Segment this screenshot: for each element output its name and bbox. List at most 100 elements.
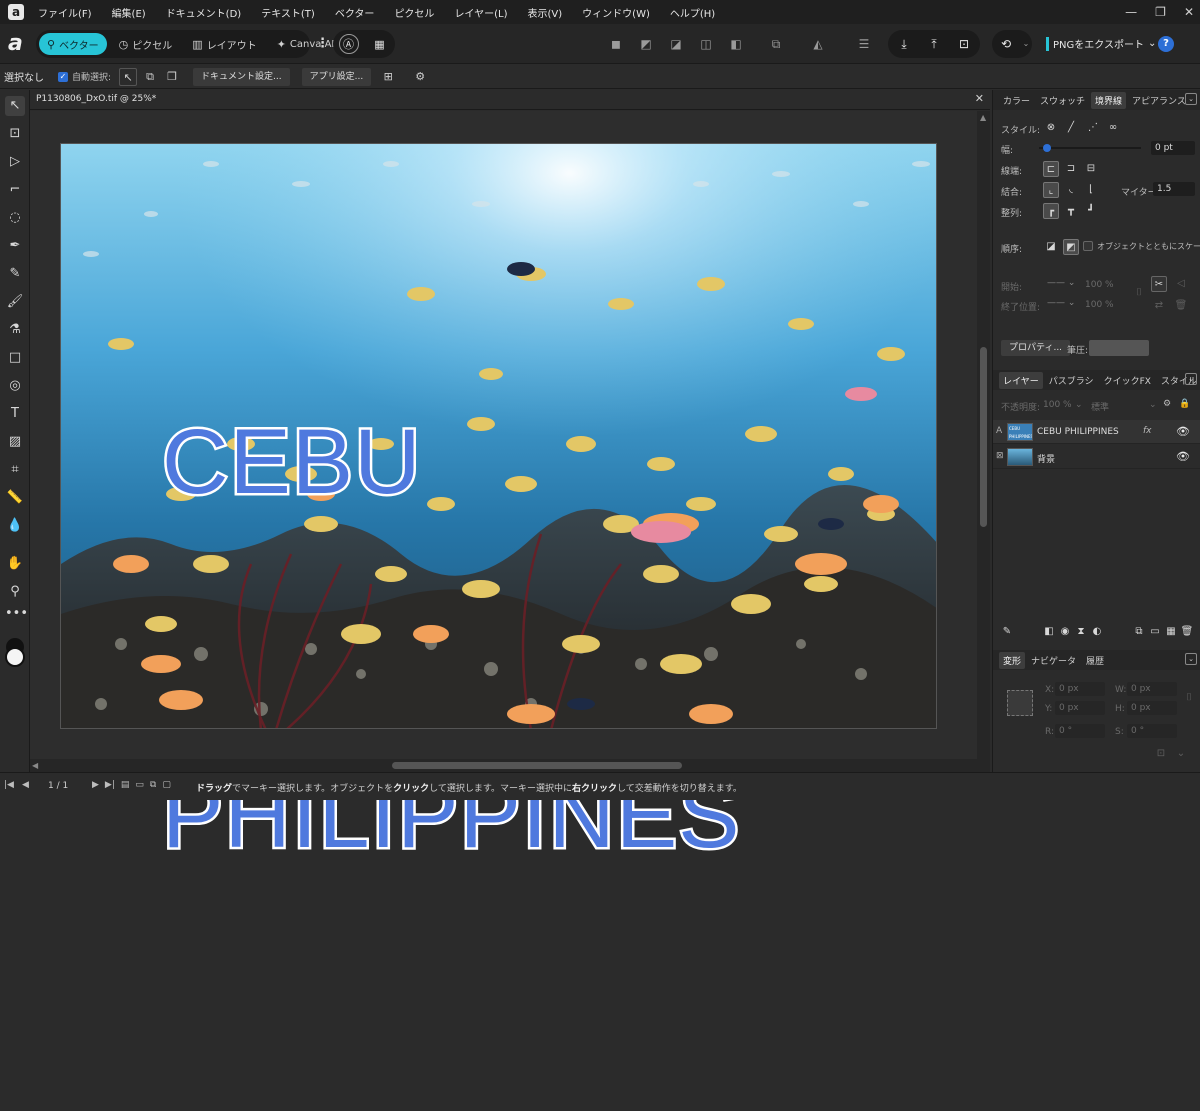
panel-menu-icon[interactable]: ⌄ <box>1185 93 1197 105</box>
duplicate-page-icon[interactable]: ⧉ <box>150 780 156 790</box>
mask-icon[interactable]: ◉ <box>1057 624 1073 640</box>
fill-color-well[interactable] <box>5 647 25 667</box>
brush-stroke-icon[interactable]: ∞ <box>1105 120 1121 136</box>
end-arrow-scale[interactable]: 100 % <box>1085 300 1114 310</box>
fill-tool-icon[interactable]: ⚗ <box>5 320 25 340</box>
end-arrow-select[interactable]: —— ⌄ <box>1047 298 1075 308</box>
document-settings-button[interactable]: ドキュメント設定... <box>193 67 290 86</box>
chevron-down-icon[interactable]: ⌄ <box>1075 400 1083 410</box>
boolean-subtract-icon[interactable]: ◩ <box>638 36 654 52</box>
persona-canva-ai[interactable]: ✦ Canva AI <box>269 33 343 55</box>
color-picker-tool-icon[interactable]: 💧 <box>5 516 25 536</box>
shear-field[interactable]: 0 ° <box>1127 724 1177 738</box>
edit-layer-icon[interactable]: ✎ <box>999 624 1015 640</box>
close-window-icon[interactable]: ✕ <box>1184 5 1194 19</box>
snapping-icon[interactable]: ⟲ <box>998 36 1014 52</box>
boolean-xor-icon[interactable]: ◫ <box>698 36 714 52</box>
new-pixel-layer-icon[interactable]: ▦ <box>1163 624 1179 640</box>
menu-help[interactable]: ヘルプ(H) <box>670 5 715 20</box>
menu-layer[interactable]: レイヤー(L) <box>454 5 507 20</box>
text-frame-mode-icon[interactable]: Ⓐ <box>338 34 359 54</box>
delete-layer-icon[interactable]: 🗑 <box>1179 624 1195 640</box>
menu-window[interactable]: ウィンドウ(W) <box>582 5 650 20</box>
vector-brush-tool-icon[interactable]: 🖌 <box>5 292 25 312</box>
transparency-tool-icon[interactable]: ◌ <box>5 208 25 228</box>
more-tools-icon[interactable]: ••• <box>5 604 28 624</box>
tab-quick-fx[interactable]: クイックFX <box>1100 372 1155 389</box>
horizontal-scroll-thumb[interactable] <box>392 762 682 769</box>
new-folder-icon[interactable]: ▭ <box>1147 624 1163 640</box>
start-arrow-scale[interactable]: 100 % <box>1085 280 1114 290</box>
align-outside-icon[interactable]: ┛ <box>1083 203 1099 219</box>
panel-menu-icon[interactable]: ⌄ <box>1185 373 1197 385</box>
butt-cap-icon[interactable]: ⊏ <box>1043 161 1059 177</box>
stroke-width-slider[interactable] <box>1039 147 1141 149</box>
round-join-icon[interactable]: ◟ <box>1063 182 1079 198</box>
stroke-width-slider-knob[interactable] <box>1043 144 1051 152</box>
place-image-tool-icon[interactable]: ▨ <box>5 432 25 452</box>
group-icon[interactable]: ⧉ <box>768 36 784 52</box>
align-center-icon[interactable]: ┏ <box>1043 203 1059 219</box>
fx-icon[interactable]: fx <box>1143 426 1152 436</box>
scroll-left-icon[interactable]: ◀ <box>32 761 38 770</box>
stroke-behind-icon[interactable]: ◪ <box>1043 239 1059 255</box>
chevron-down-icon[interactable]: ⌄ <box>1173 746 1189 762</box>
swap-arrows-icon[interactable]: ⇄ <box>1151 298 1167 314</box>
first-page-icon[interactable]: |◀ <box>4 780 14 790</box>
layer-select-icon[interactable]: ❐ <box>163 68 181 86</box>
miter-join-icon[interactable]: ⌞ <box>1043 182 1059 198</box>
gear-icon[interactable]: ⚙ <box>1163 399 1171 409</box>
artboard-tool-icon[interactable]: ⊡ <box>5 124 25 144</box>
measure-tool-icon[interactable]: 📏 <box>5 488 25 508</box>
more-options-icon[interactable]: ⋮ <box>316 36 329 51</box>
arrow-position-icon[interactable]: ✂ <box>1151 276 1167 292</box>
align-icon[interactable]: ☰ <box>856 36 872 52</box>
lock-icon[interactable]: 🔒 <box>1179 399 1190 409</box>
w-field[interactable]: 0 px <box>1127 682 1177 696</box>
persona-pixel[interactable]: ◷ ピクセル <box>111 33 181 55</box>
lock-aspect-icon[interactable]: ⌷ <box>1181 690 1197 706</box>
tab-brushes[interactable]: パスブラシ <box>1045 372 1098 389</box>
export-png-button[interactable]: PNGをエクスポート ⌄ <box>1046 36 1156 51</box>
persona-layout[interactable]: ▥ レイアウト <box>184 33 264 55</box>
insert-behind-icon[interactable]: ⤒ <box>926 36 942 52</box>
tab-history[interactable]: 履歴 <box>1082 652 1108 669</box>
menu-text[interactable]: テキスト(T) <box>261 5 315 20</box>
tab-transform[interactable]: 変形 <box>999 651 1026 669</box>
flip-horizontal-icon[interactable]: ◭ <box>810 36 826 52</box>
menu-pixel[interactable]: ピクセル <box>394 5 434 20</box>
live-filter-icon[interactable]: ◐ <box>1089 624 1105 640</box>
dashed-line-icon[interactable]: ⋰ <box>1085 120 1101 136</box>
no-stroke-icon[interactable]: ⊗ <box>1043 120 1059 136</box>
tab-appearance[interactable]: アピアランス <box>1128 92 1190 109</box>
menu-view[interactable]: 表示(V) <box>528 5 563 20</box>
insert-inside-icon[interactable]: ⤓ <box>896 36 912 52</box>
solid-line-icon[interactable]: ╱ <box>1063 120 1079 136</box>
tab-color[interactable]: カラー <box>999 92 1034 109</box>
layer-row[interactable]: A CEBU PHILIPPINES CEBU PHILIPPINES fx 👁 <box>993 420 1200 444</box>
shape-select-icon[interactable]: ⧉ <box>141 68 159 86</box>
delete-arrow-icon[interactable]: 🗑 <box>1173 298 1189 314</box>
properties-button[interactable]: プロパティ... <box>1001 340 1071 356</box>
pressure-curve[interactable] <box>1089 340 1149 356</box>
menu-file[interactable]: ファイル(F) <box>38 5 92 20</box>
chevron-down-icon[interactable]: ⌄ <box>1149 400 1157 410</box>
app-settings-button[interactable]: アプリ設定... <box>301 67 372 86</box>
hourglass-icon[interactable]: ⧗ <box>1073 624 1089 640</box>
grid-mode-icon[interactable]: ▦ <box>370 34 390 54</box>
chevron-down-icon[interactable]: ⌄ <box>1018 36 1034 52</box>
blend-mode-select[interactable]: 標準 <box>1091 400 1109 413</box>
stroke-front-icon[interactable]: ◩ <box>1063 239 1079 255</box>
last-page-icon[interactable]: ▶| <box>105 780 115 790</box>
close-icon[interactable]: ✕ <box>975 92 984 105</box>
stroke-width-field[interactable]: 0 pt <box>1151 141 1195 155</box>
boolean-add-icon[interactable]: ◼ <box>608 36 624 52</box>
grid-settings-icon[interactable]: ⊞ <box>379 68 397 86</box>
prev-page-icon[interactable]: ◀ <box>22 780 29 790</box>
ellipse-tool-icon[interactable]: ◎ <box>5 376 25 396</box>
round-cap-icon[interactable]: ⊐ <box>1063 161 1079 177</box>
boolean-divide-icon[interactable]: ◧ <box>728 36 744 52</box>
tab-swatches[interactable]: スウォッチ <box>1036 92 1089 109</box>
delete-page-icon[interactable]: ▢ <box>162 780 171 790</box>
scroll-up-icon[interactable]: ▲ <box>980 113 986 122</box>
